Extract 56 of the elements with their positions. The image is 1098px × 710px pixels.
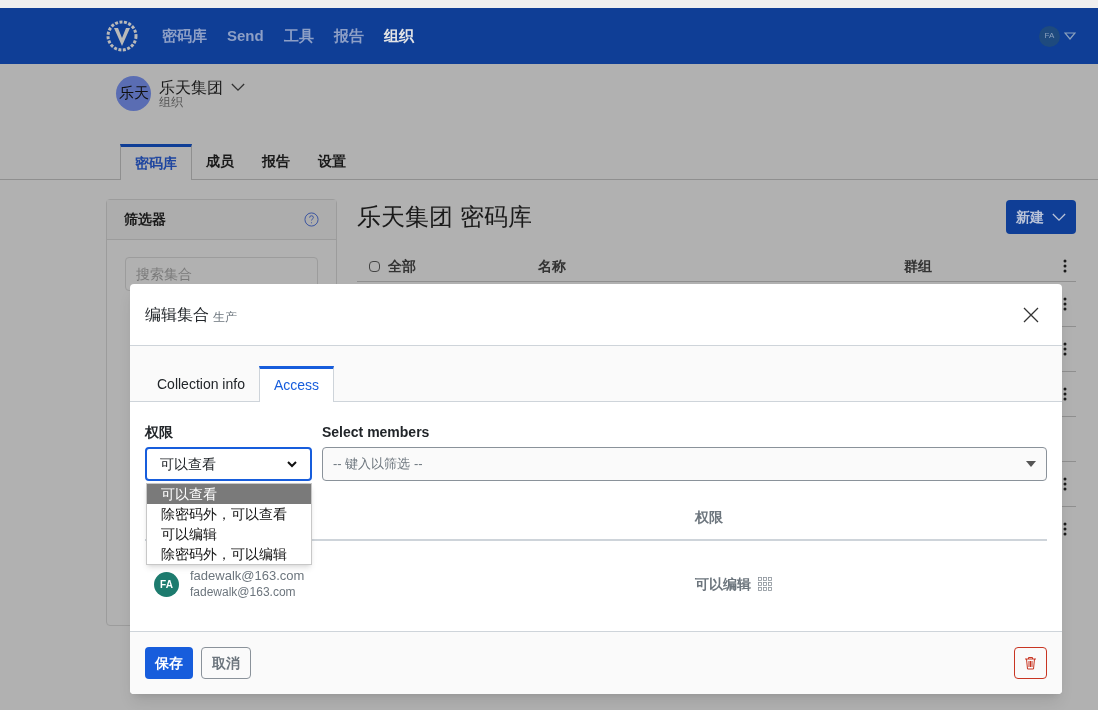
nav-link[interactable]: 报告 bbox=[333, 24, 364, 48]
nav-link[interactable]: 工具 bbox=[283, 24, 314, 48]
column-header: 名称 bbox=[538, 256, 567, 276]
permission-select[interactable]: 可以查看 bbox=[145, 447, 312, 481]
nav-link[interactable]: Send bbox=[227, 24, 264, 48]
delete-button[interactable] bbox=[1014, 647, 1047, 679]
permission-option[interactable]: 可以编辑 bbox=[147, 524, 311, 544]
org-tab[interactable]: 成员 bbox=[192, 143, 248, 179]
member-name: fadewalk@163.com bbox=[190, 568, 306, 584]
caret-down-icon bbox=[1026, 461, 1036, 467]
nav-link[interactable]: 密码库 bbox=[162, 24, 207, 48]
filter-title: 筛选器 bbox=[124, 210, 166, 229]
permission-option[interactable]: 除密码外，可以编辑 bbox=[147, 544, 311, 564]
chevron-down-icon bbox=[231, 83, 245, 92]
permission-option[interactable]: 可以查看 bbox=[147, 484, 311, 504]
dialog-tab[interactable]: Collection info bbox=[143, 366, 259, 402]
select-all-checkbox[interactable] bbox=[369, 260, 380, 272]
permission-option[interactable]: 除密码外，可以查看 bbox=[147, 504, 311, 524]
new-button[interactable]: 新建 bbox=[1006, 200, 1076, 234]
chevron-down-icon bbox=[1052, 212, 1066, 222]
org-name[interactable]: 乐天集团 bbox=[159, 79, 223, 96]
permission-label: 权限 bbox=[145, 423, 174, 442]
vault-title: 乐天集团 密码库 bbox=[357, 202, 532, 232]
dialog-tab[interactable]: Access bbox=[258, 366, 335, 402]
org-tab[interactable]: 报告 bbox=[248, 143, 304, 179]
org-subtitle: 组织 bbox=[159, 95, 183, 108]
user-avatar[interactable]: FA bbox=[1039, 25, 1060, 47]
more-options-icon[interactable] bbox=[1063, 387, 1067, 401]
trash-icon bbox=[1024, 656, 1037, 670]
column-header: 群组 bbox=[904, 256, 932, 276]
shield-logo-icon[interactable] bbox=[106, 20, 138, 52]
grid-icon[interactable] bbox=[758, 577, 772, 591]
dialog-title: 编辑集合 bbox=[145, 304, 209, 325]
cancel-button[interactable]: 取消 bbox=[201, 647, 251, 679]
org-tab[interactable]: 设置 bbox=[304, 143, 360, 179]
save-button[interactable]: 保存 bbox=[145, 647, 193, 679]
members-select[interactable]: -- 键入以筛选 -- bbox=[322, 447, 1047, 481]
chevron-down-icon bbox=[287, 460, 297, 468]
more-options-icon[interactable] bbox=[1063, 297, 1067, 311]
member-email: fadewalk@163.com bbox=[190, 584, 297, 600]
caret-icon[interactable] bbox=[1064, 32, 1076, 40]
more-options-icon[interactable] bbox=[1063, 477, 1067, 491]
more-options-icon[interactable] bbox=[1063, 342, 1067, 356]
org-avatar: 乐天 bbox=[116, 76, 151, 111]
close-icon[interactable] bbox=[1023, 306, 1039, 323]
org-tab[interactable]: 密码库 bbox=[120, 144, 192, 180]
more-options-icon[interactable] bbox=[1063, 522, 1067, 536]
dialog-subtitle: 生产 bbox=[213, 308, 237, 326]
column-header: 权限 bbox=[695, 508, 723, 527]
column-header: 全部 bbox=[388, 256, 417, 276]
more-options-icon[interactable] bbox=[1063, 259, 1067, 273]
member-permission: 可以编辑 bbox=[695, 574, 751, 594]
member-avatar: FA bbox=[154, 571, 179, 597]
members-label: Select members bbox=[322, 423, 431, 442]
nav-link[interactable]: 组织 bbox=[383, 24, 414, 48]
help-icon[interactable] bbox=[304, 212, 319, 227]
